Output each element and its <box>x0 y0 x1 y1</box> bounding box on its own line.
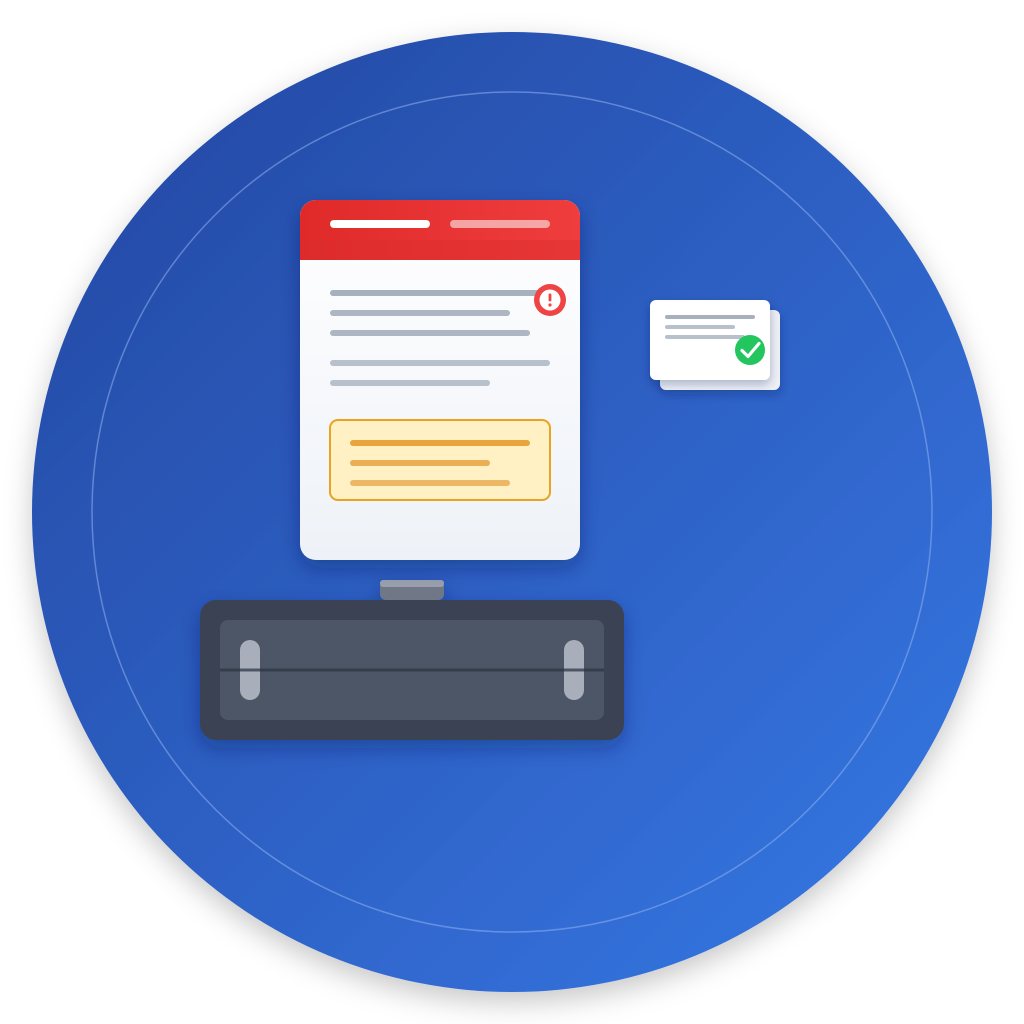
printer <box>200 580 624 740</box>
illustration <box>0 0 1024 1024</box>
check-badge <box>735 335 765 365</box>
highlight-box <box>329 419 551 501</box>
confirmation-card <box>650 300 780 390</box>
header-bar-secondary <box>450 220 550 228</box>
document <box>300 200 580 560</box>
header-bar-primary <box>330 220 430 228</box>
exclamation-icon <box>548 293 552 307</box>
warning-badge <box>534 284 566 316</box>
illustration-svg <box>32 32 992 992</box>
